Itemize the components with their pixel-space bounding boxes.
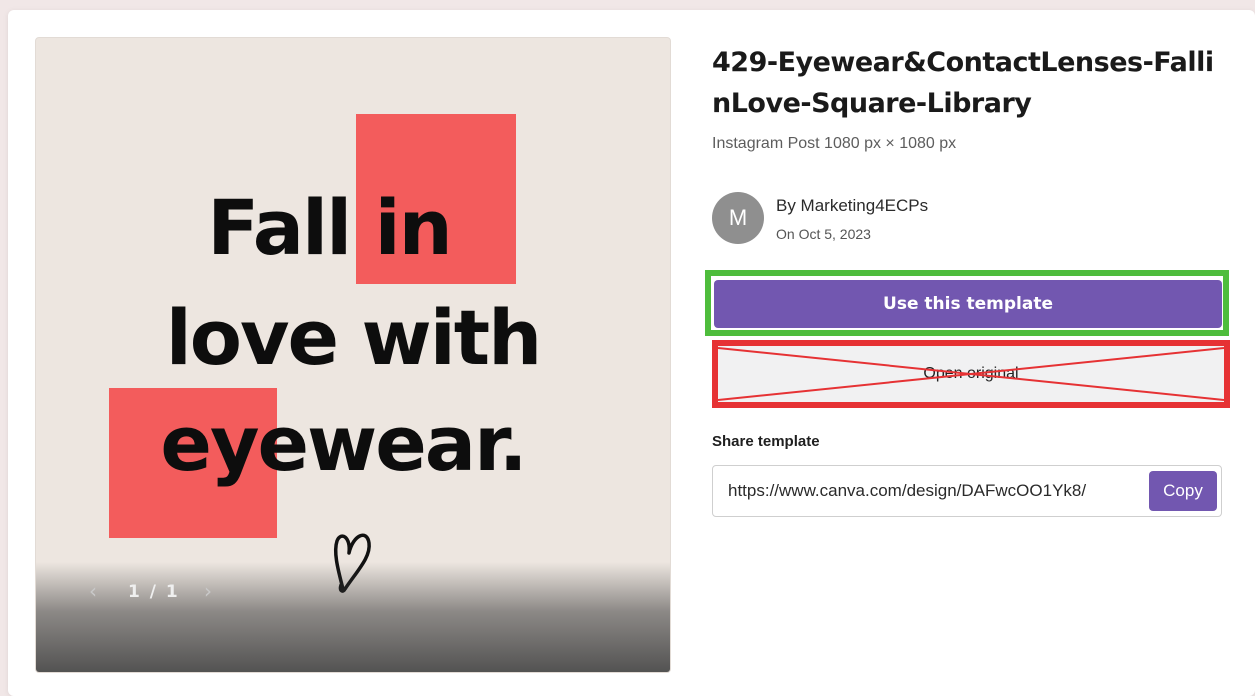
- chevron-left-icon[interactable]: ‹: [86, 581, 100, 601]
- chevron-right-icon[interactable]: ›: [201, 581, 215, 601]
- preview-footer-gradient: [36, 562, 670, 672]
- author-name[interactable]: By Marketing4ECPs: [776, 196, 928, 216]
- template-title: 429-Eyewear&ContactLenses-FallinLove-Squ…: [712, 47, 1214, 119]
- copy-button[interactable]: Copy: [1149, 471, 1217, 511]
- use-template-button[interactable]: Use this template: [714, 280, 1222, 328]
- avatar[interactable]: M: [712, 192, 764, 244]
- headline-line-3: eyewear.: [160, 399, 527, 488]
- template-format: Instagram Post 1080 px × 1080 px: [712, 135, 957, 152]
- share-template-label: Share template: [712, 433, 820, 450]
- template-preview[interactable]: Fall in love with eyewear.: [35, 37, 671, 673]
- headline-line-1: Fall in: [207, 183, 452, 272]
- cross-out-mark: [718, 347, 1224, 401]
- page-counter: 1 / 1: [128, 582, 180, 602]
- share-url-input[interactable]: [728, 480, 1144, 502]
- publish-date: On Oct 5, 2023: [776, 226, 871, 242]
- headline-line-2: love with: [165, 293, 543, 382]
